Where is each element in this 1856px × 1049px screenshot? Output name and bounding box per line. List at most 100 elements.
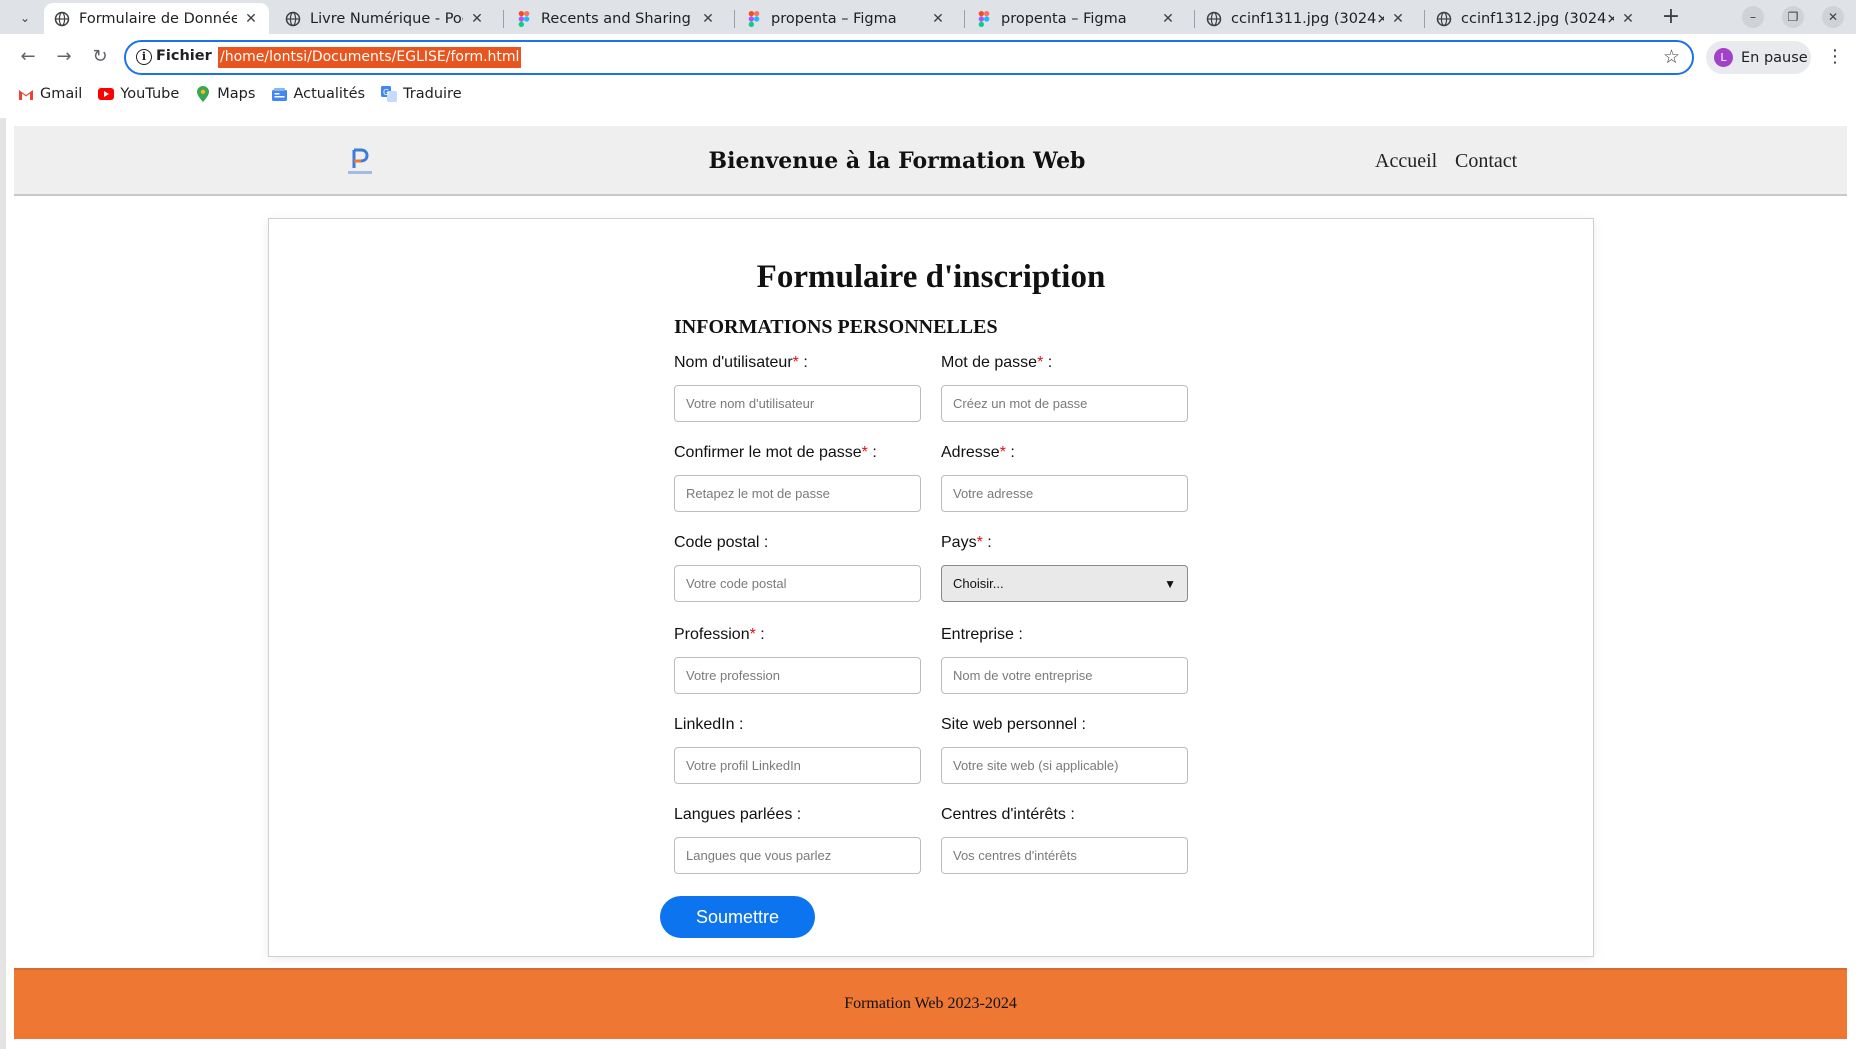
profession-input[interactable]	[674, 657, 921, 694]
globe-icon	[54, 11, 70, 27]
country-select[interactable]: Choisir... ▼	[941, 565, 1188, 602]
figma-icon	[976, 10, 992, 27]
globe-icon	[285, 11, 301, 27]
profession-label: Profession* :	[674, 626, 765, 643]
profile-status-label: En pause	[1741, 49, 1808, 66]
bookmark-actualites[interactable]: Actualités	[271, 86, 365, 102]
tab-close-icon[interactable]: ✕	[1620, 11, 1636, 27]
confirm-password-input[interactable]	[674, 475, 921, 512]
password-label: Mot de passe* :	[941, 354, 1053, 371]
linkedin-input[interactable]	[674, 747, 921, 784]
youtube-icon	[98, 86, 115, 102]
news-icon	[271, 86, 287, 102]
profession-field: Profession* :	[674, 626, 922, 694]
tab-close-icon[interactable]: ✕	[1160, 11, 1176, 27]
languages-field: Langues parlées :	[674, 806, 922, 874]
maps-icon	[195, 86, 211, 102]
globe-icon	[1436, 11, 1452, 27]
tab-title: ccinf1311.jpg (3024×40	[1231, 10, 1384, 27]
address-scheme-chip[interactable]: Fichier	[156, 48, 212, 64]
password-input[interactable]	[941, 385, 1188, 422]
country-label: Pays* :	[941, 534, 992, 551]
bookmark-star-icon[interactable]: ☆	[1663, 46, 1680, 68]
languages-input[interactable]	[674, 837, 921, 874]
new-tab-plus-icon[interactable]: +	[1658, 4, 1684, 30]
browser-toolbar: ← → ↻ i Fichier /home/lontsi/Documents/E…	[0, 34, 1856, 118]
tab-title: ccinf1312.jpg (3024×40	[1461, 10, 1614, 27]
tab-strip: ⌄ Formulaire de Données ✕ Livre Numériqu…	[0, 0, 1856, 34]
gmail-icon	[18, 86, 34, 102]
interests-input[interactable]	[941, 837, 1188, 874]
chevron-down-icon: ▼	[1164, 576, 1176, 591]
password-field: Mot de passe* :	[941, 354, 1189, 422]
username-label: Nom d'utilisateur* :	[674, 354, 808, 371]
tab-close-icon[interactable]: ✕	[930, 11, 946, 27]
forward-arrow-icon[interactable]: →	[50, 43, 78, 71]
tab-separator	[964, 10, 965, 28]
linkedin-label: LinkedIn :	[674, 716, 744, 733]
registration-form-card: Formulaire d'inscription INFORMATIONS PE…	[268, 218, 1594, 957]
footer-text: Formation Web 2023-2024	[844, 995, 1017, 1012]
profile-button[interactable]: L En pause	[1706, 41, 1811, 74]
minimize-icon[interactable]: –	[1742, 6, 1764, 28]
tab-formulaire[interactable]: Formulaire de Données ✕	[44, 3, 269, 34]
tab-propenta-figma-2[interactable]: propenta – Figma ✕	[966, 3, 1186, 34]
tab-recents-sharing[interactable]: Recents and Sharing – F ✕	[506, 3, 726, 34]
confirm-password-field: Confirmer le mot de passe* :	[674, 444, 922, 512]
restore-icon[interactable]: ❐	[1782, 6, 1804, 28]
svg-text:G: G	[383, 88, 389, 97]
languages-label: Langues parlées :	[674, 806, 802, 823]
bookmark-label: Traduire	[403, 86, 462, 102]
company-input[interactable]	[941, 657, 1188, 694]
left-window-edge	[0, 118, 6, 1049]
address-input[interactable]	[941, 475, 1188, 512]
reload-icon[interactable]: ↻	[86, 43, 114, 71]
address-bar[interactable]: i Fichier /home/lontsi/Documents/EGLISE/…	[124, 40, 1694, 75]
submit-button[interactable]: Soumettre	[660, 896, 815, 938]
interests-label: Centres d'intérêts :	[941, 806, 1075, 823]
bookmarks-bar: Gmail YouTube Maps Actualités G Traduire	[18, 86, 462, 102]
tab-search-chevron-icon[interactable]: ⌄	[14, 7, 36, 29]
nav-link-contact[interactable]: Contact	[1455, 150, 1517, 173]
site-header: Bienvenue à la Formation Web Accueil Con…	[14, 126, 1847, 196]
bookmark-youtube[interactable]: YouTube	[98, 86, 179, 102]
tab-close-icon[interactable]: ✕	[243, 11, 259, 27]
menu-kebab-icon[interactable]: ⋮	[1826, 43, 1844, 71]
bookmark-label: Gmail	[40, 86, 83, 102]
tab-propenta-figma-1[interactable]: propenta – Figma ✕	[736, 3, 956, 34]
close-window-icon[interactable]: ✕	[1822, 6, 1844, 28]
nav-link-accueil[interactable]: Accueil	[1375, 150, 1437, 173]
tab-close-icon[interactable]: ✕	[1390, 11, 1406, 27]
username-input[interactable]	[674, 385, 921, 422]
tab-ccinf1312[interactable]: ccinf1312.jpg (3024×40 ✕	[1426, 3, 1646, 34]
company-label: Entreprise :	[941, 626, 1023, 643]
tab-separator	[1194, 10, 1195, 28]
bookmark-maps[interactable]: Maps	[195, 86, 255, 102]
company-field: Entreprise :	[941, 626, 1189, 694]
tab-close-icon[interactable]: ✕	[700, 11, 716, 27]
section-title: INFORMATIONS PERSONNELLES	[674, 316, 998, 338]
tab-livre-numerique[interactable]: Livre Numérique - Poèn ✕	[275, 3, 495, 34]
linkedin-field: LinkedIn :	[674, 716, 922, 784]
country-field: Pays* : Choisir... ▼	[941, 534, 1189, 602]
website-input[interactable]	[941, 747, 1188, 784]
info-icon[interactable]: i	[136, 49, 152, 65]
back-arrow-icon[interactable]: ←	[14, 43, 42, 71]
bookmark-gmail[interactable]: Gmail	[18, 86, 82, 102]
globe-icon	[1206, 11, 1222, 27]
translate-icon: G	[381, 86, 398, 102]
tab-close-icon[interactable]: ✕	[469, 11, 485, 27]
bookmark-traduire[interactable]: G Traduire	[381, 86, 462, 102]
postal-code-input[interactable]	[674, 565, 921, 602]
country-selected-value: Choisir...	[953, 576, 1004, 591]
address-url[interactable]: /home/lontsi/Documents/EGLISE/form.html	[218, 47, 522, 68]
address-field: Adresse* :	[941, 444, 1189, 512]
tab-ccinf1311[interactable]: ccinf1311.jpg (3024×40 ✕	[1196, 3, 1416, 34]
website-label: Site web personnel :	[941, 716, 1086, 733]
avatar: L	[1714, 48, 1733, 67]
bookmark-label: Maps	[217, 86, 256, 102]
tab-separator	[1424, 10, 1425, 28]
postal-code-label: Code postal :	[674, 534, 769, 551]
website-field: Site web personnel :	[941, 716, 1189, 784]
tab-title: propenta – Figma	[771, 10, 897, 27]
